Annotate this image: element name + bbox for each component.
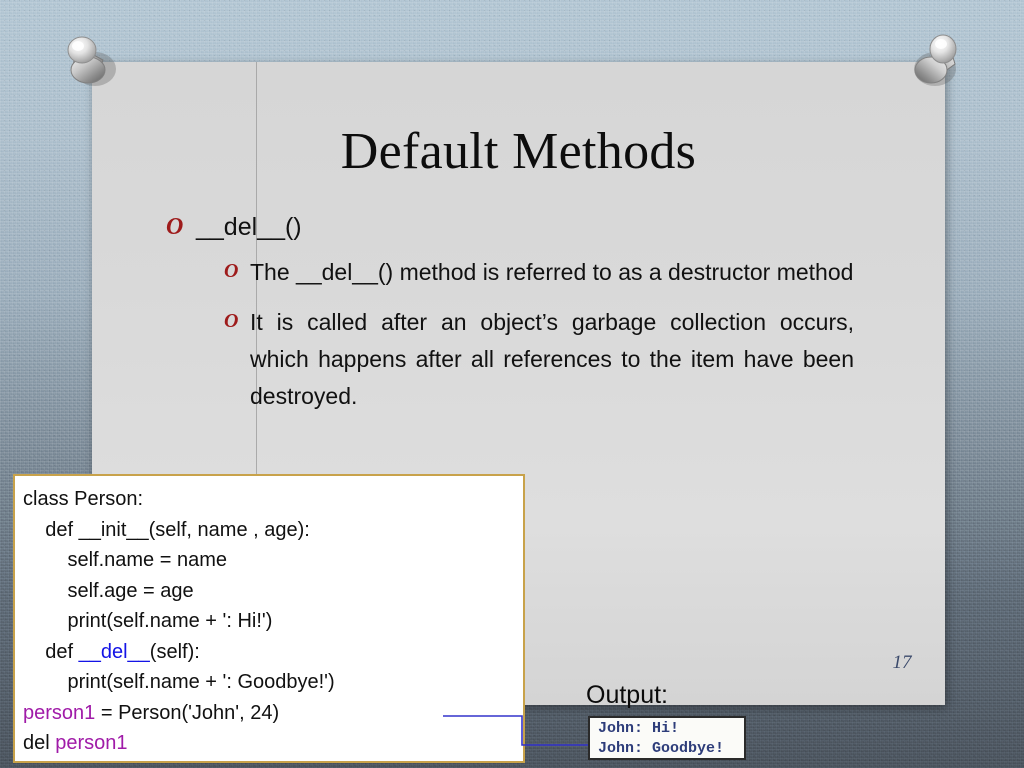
pushpin-icon	[905, 28, 971, 94]
code-line-del: def __del__(self):	[23, 641, 200, 663]
code-line: print(self.name + ': Hi!')	[23, 610, 273, 632]
code-line: self.age = age	[23, 579, 194, 602]
output-box: John: Hi! John: Goodbye!	[588, 716, 746, 760]
output-line: John: Goodbye!	[598, 740, 725, 757]
slide-number: 17	[892, 652, 912, 673]
code-snippet-box: class Person: def __init__(self, name , …	[13, 474, 525, 763]
code-token: person1	[23, 701, 96, 724]
output-label: Output:	[586, 681, 668, 709]
bullet-marker-icon: O	[224, 310, 239, 332]
bullet-item-level2: O The __del__() method is referred to as…	[224, 254, 936, 291]
bullet-text: It is called after an object’s garbage c…	[250, 309, 854, 409]
code-line: print(self.name + ': Goodbye!')	[23, 671, 335, 693]
code-line: self.name = name	[23, 549, 227, 571]
bullet-item-level2: O It is called after an object’s garbage…	[224, 304, 936, 452]
output-line: John: Hi!	[598, 720, 680, 737]
page-title: Default Methods	[340, 123, 697, 180]
code-line: def __init__(self, name , age):	[23, 518, 310, 541]
code-person-assign: person1 = Person('John', 24)	[23, 701, 280, 724]
bullet-marker-icon: O	[166, 214, 184, 240]
code-person-del: del person1	[23, 732, 128, 754]
bullet-marker-icon: O	[224, 260, 239, 282]
code-del-prefix: def __del__(self):	[23, 640, 200, 663]
bullet-text: The __del__() method is referred to as a…	[250, 259, 854, 285]
code-line: class Person:	[23, 488, 144, 510]
code-line-person-del: del person1	[23, 732, 128, 754]
bullet-text: __del__()	[196, 213, 302, 241]
code-line-person-assign: person1 = Person('John', 24)	[23, 702, 279, 724]
bullet-list: O __del__() O The __del__() method is re…	[166, 210, 936, 465]
code-token: person1	[55, 732, 128, 754]
pushpin-icon	[59, 28, 125, 94]
bullet-item-level1: O __del__()	[166, 210, 936, 244]
code-token: __del__	[78, 640, 150, 663]
